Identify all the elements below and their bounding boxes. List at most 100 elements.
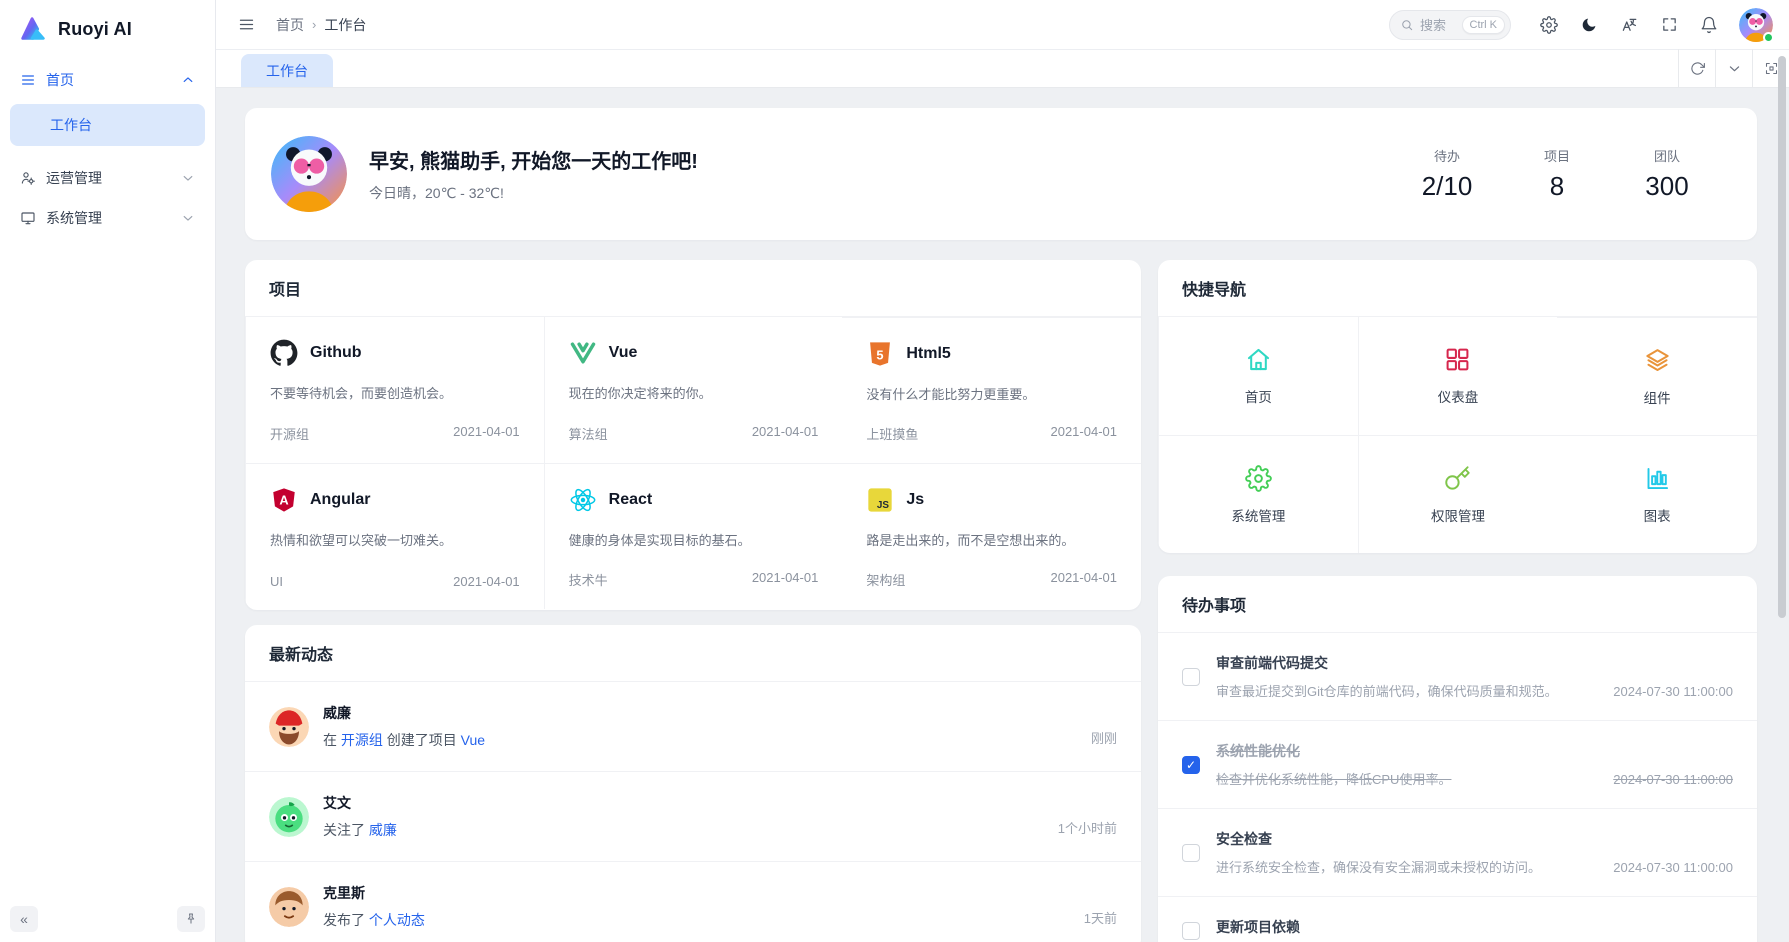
- quick-nav-label: 仪表盘: [1438, 386, 1479, 406]
- project-item[interactable]: Html5 没有什么才能比努力更重要。 上班摸鱼 2021-04-01: [842, 317, 1141, 463]
- stat-item: 项目 8: [1531, 146, 1583, 202]
- project-group: 架构组: [866, 570, 905, 589]
- quick-nav-item[interactable]: 图表: [1557, 435, 1757, 553]
- project-description: 不要等待机会，而要创造机会。: [270, 383, 520, 402]
- todo-checkbox[interactable]: ✓: [1182, 922, 1200, 940]
- breadcrumb-current: 工作台: [324, 15, 366, 35]
- project-item[interactable]: Github 不要等待机会，而要创造机会。 开源组 2021-04-01: [245, 317, 544, 463]
- todo-checkbox[interactable]: ✓: [1182, 844, 1200, 862]
- todo-item: ✓ 审查前端代码提交 审查最近提交到Git仓库的前端代码，确保代码质量和规范。 …: [1158, 633, 1757, 720]
- todo-timestamp: 2024-07-30 11:00:00: [1613, 860, 1733, 875]
- welcome-stats: 待办 2/10 项目 8 团队 300: [1421, 146, 1693, 202]
- activity-body: 艾文 关注了 威廉: [323, 793, 397, 840]
- project-item[interactable]: Angular 热情和欲望可以突破一切难关。 UI 2021-04-01: [245, 463, 544, 609]
- sidebar-nav: 首页 工作台 运营管理 系统管理: [0, 52, 215, 896]
- project-item[interactable]: Vue 现在的你决定将来的你。 算法组 2021-04-01: [544, 317, 843, 463]
- search-shortcut-badge: Ctrl K: [1462, 16, 1506, 34]
- project-name: Js: [906, 491, 924, 509]
- sidebar-item-label: 系统管理: [46, 208, 102, 228]
- project-header: Angular: [270, 486, 520, 514]
- user-avatar[interactable]: [1739, 8, 1773, 42]
- quick-nav-item[interactable]: 组件: [1557, 317, 1757, 435]
- todo-title: 安全检查: [1216, 829, 1733, 849]
- stat-item: 团队 300: [1641, 146, 1693, 202]
- stat-value: 8: [1531, 171, 1583, 202]
- panda-avatar-icon: [271, 136, 347, 212]
- todo-body: 系统性能优化 检查并优化系统性能，降低CPU使用率。 2024-07-30 11…: [1216, 741, 1733, 788]
- todo-subrow: 检查并优化系统性能，降低CPU使用率。 2024-07-30 11:00:00: [1216, 769, 1733, 788]
- todo-title: 审查前端代码提交: [1216, 653, 1733, 673]
- project-footer: 技术牛 2021-04-01: [569, 570, 819, 589]
- language-button[interactable]: [1613, 9, 1645, 41]
- activity-user-name: 威廉: [323, 703, 485, 723]
- activity-item: 艾文 关注了 威廉 1个小时前: [245, 771, 1141, 861]
- project-logo-icon: [569, 486, 597, 514]
- activities-card-title: 最新动态: [245, 625, 1141, 682]
- activity-link[interactable]: 威廉: [369, 822, 397, 838]
- project-logo-icon: [866, 486, 894, 514]
- project-group: UI: [270, 574, 283, 589]
- sidebar-item-system[interactable]: 系统管理: [10, 198, 205, 238]
- refresh-tab-button[interactable]: [1678, 49, 1715, 87]
- quick-nav-item[interactable]: 首页: [1158, 317, 1358, 435]
- quick-nav-item[interactable]: 系统管理: [1158, 435, 1358, 553]
- fullscreen-button[interactable]: [1653, 9, 1685, 41]
- project-date: 2021-04-01: [453, 424, 520, 443]
- todo-list: ✓ 审查前端代码提交 审查最近提交到Git仓库的前端代码，确保代码质量和规范。 …: [1158, 633, 1757, 942]
- stat-value: 2/10: [1421, 171, 1473, 202]
- projects-card: 项目 Github 不要等待机会，而要创造机会。: [245, 260, 1141, 610]
- quick-nav-item[interactable]: 权限管理: [1358, 435, 1558, 553]
- top-header: 首页 › 工作台 搜索 Ctrl K: [216, 0, 1789, 50]
- stat-label: 待办: [1421, 146, 1473, 165]
- projects-grid: Github 不要等待机会，而要创造机会。 开源组 2021-04-01: [245, 317, 1141, 609]
- project-footer: 算法组 2021-04-01: [569, 424, 819, 443]
- activity-body: 威廉 在 开源组 创建了项目 Vue: [323, 703, 485, 750]
- quick-nav-icon: [1644, 465, 1671, 492]
- search-input[interactable]: 搜索 Ctrl K: [1389, 10, 1511, 40]
- project-name: React: [609, 491, 653, 509]
- quick-nav-icon: [1245, 346, 1272, 373]
- breadcrumb-separator: ›: [312, 17, 316, 32]
- activity-body: 克里斯 发布了 个人动态: [323, 883, 425, 930]
- settings-button[interactable]: [1533, 9, 1565, 41]
- sidebar-item-operations[interactable]: 运营管理: [10, 158, 205, 198]
- todo-checkbox[interactable]: ✓: [1182, 668, 1200, 686]
- project-group: 上班摸鱼: [866, 424, 918, 443]
- menu-icon: [20, 72, 36, 88]
- activity-link[interactable]: 开源组: [341, 732, 383, 748]
- project-description: 健康的身体是实现目标的基石。: [569, 530, 819, 549]
- todo-checkbox[interactable]: ✓: [1182, 756, 1200, 774]
- pin-icon: [184, 912, 198, 926]
- sidebar-collapse-button[interactable]: «: [10, 906, 38, 932]
- quick-nav-label: 图表: [1644, 505, 1671, 525]
- dark-mode-button[interactable]: [1573, 9, 1605, 41]
- project-item[interactable]: Js 路是走出来的，而不是空想出来的。 架构组 2021-04-01: [842, 463, 1141, 609]
- quick-nav-card: 快捷导航 首页 仪表盘: [1158, 260, 1757, 553]
- app-logo: Ruoyi AI: [0, 6, 215, 52]
- quick-nav-icon: [1644, 347, 1671, 374]
- tab-workbench[interactable]: 工作台: [241, 54, 333, 87]
- project-description: 现在的你决定将来的你。: [569, 383, 819, 402]
- todo-timestamp: 2024-07-30 11:00:00: [1613, 684, 1733, 699]
- sidebar-toggle-button[interactable]: [230, 9, 262, 41]
- sidebar-item-workbench[interactable]: 工作台: [10, 104, 205, 146]
- activity-link[interactable]: Vue: [461, 732, 485, 748]
- project-date: 2021-04-01: [1050, 424, 1117, 443]
- project-logo-icon: [569, 339, 597, 367]
- project-item[interactable]: React 健康的身体是实现目标的基石。 技术牛 2021-04-01: [544, 463, 843, 609]
- quick-nav-label: 首页: [1245, 386, 1272, 406]
- notifications-button[interactable]: [1693, 9, 1725, 41]
- activity-text: 创建了项目: [383, 732, 461, 748]
- sidebar-item-home[interactable]: 首页: [10, 60, 205, 100]
- scrollbar-thumb[interactable]: [1778, 56, 1786, 618]
- sidebar-pin-button[interactable]: [177, 906, 205, 932]
- project-name: Html5: [906, 345, 950, 363]
- tab-options-button[interactable]: [1715, 49, 1752, 87]
- welcome-avatar: [271, 136, 347, 212]
- breadcrumb-home[interactable]: 首页: [276, 15, 304, 35]
- chevron-up-icon: [181, 73, 195, 87]
- activity-link[interactable]: 个人动态: [369, 912, 425, 928]
- project-description: 热情和欲望可以突破一切难关。: [270, 530, 520, 549]
- quick-nav-item[interactable]: 仪表盘: [1358, 317, 1558, 435]
- quick-nav-title: 快捷导航: [1158, 260, 1757, 317]
